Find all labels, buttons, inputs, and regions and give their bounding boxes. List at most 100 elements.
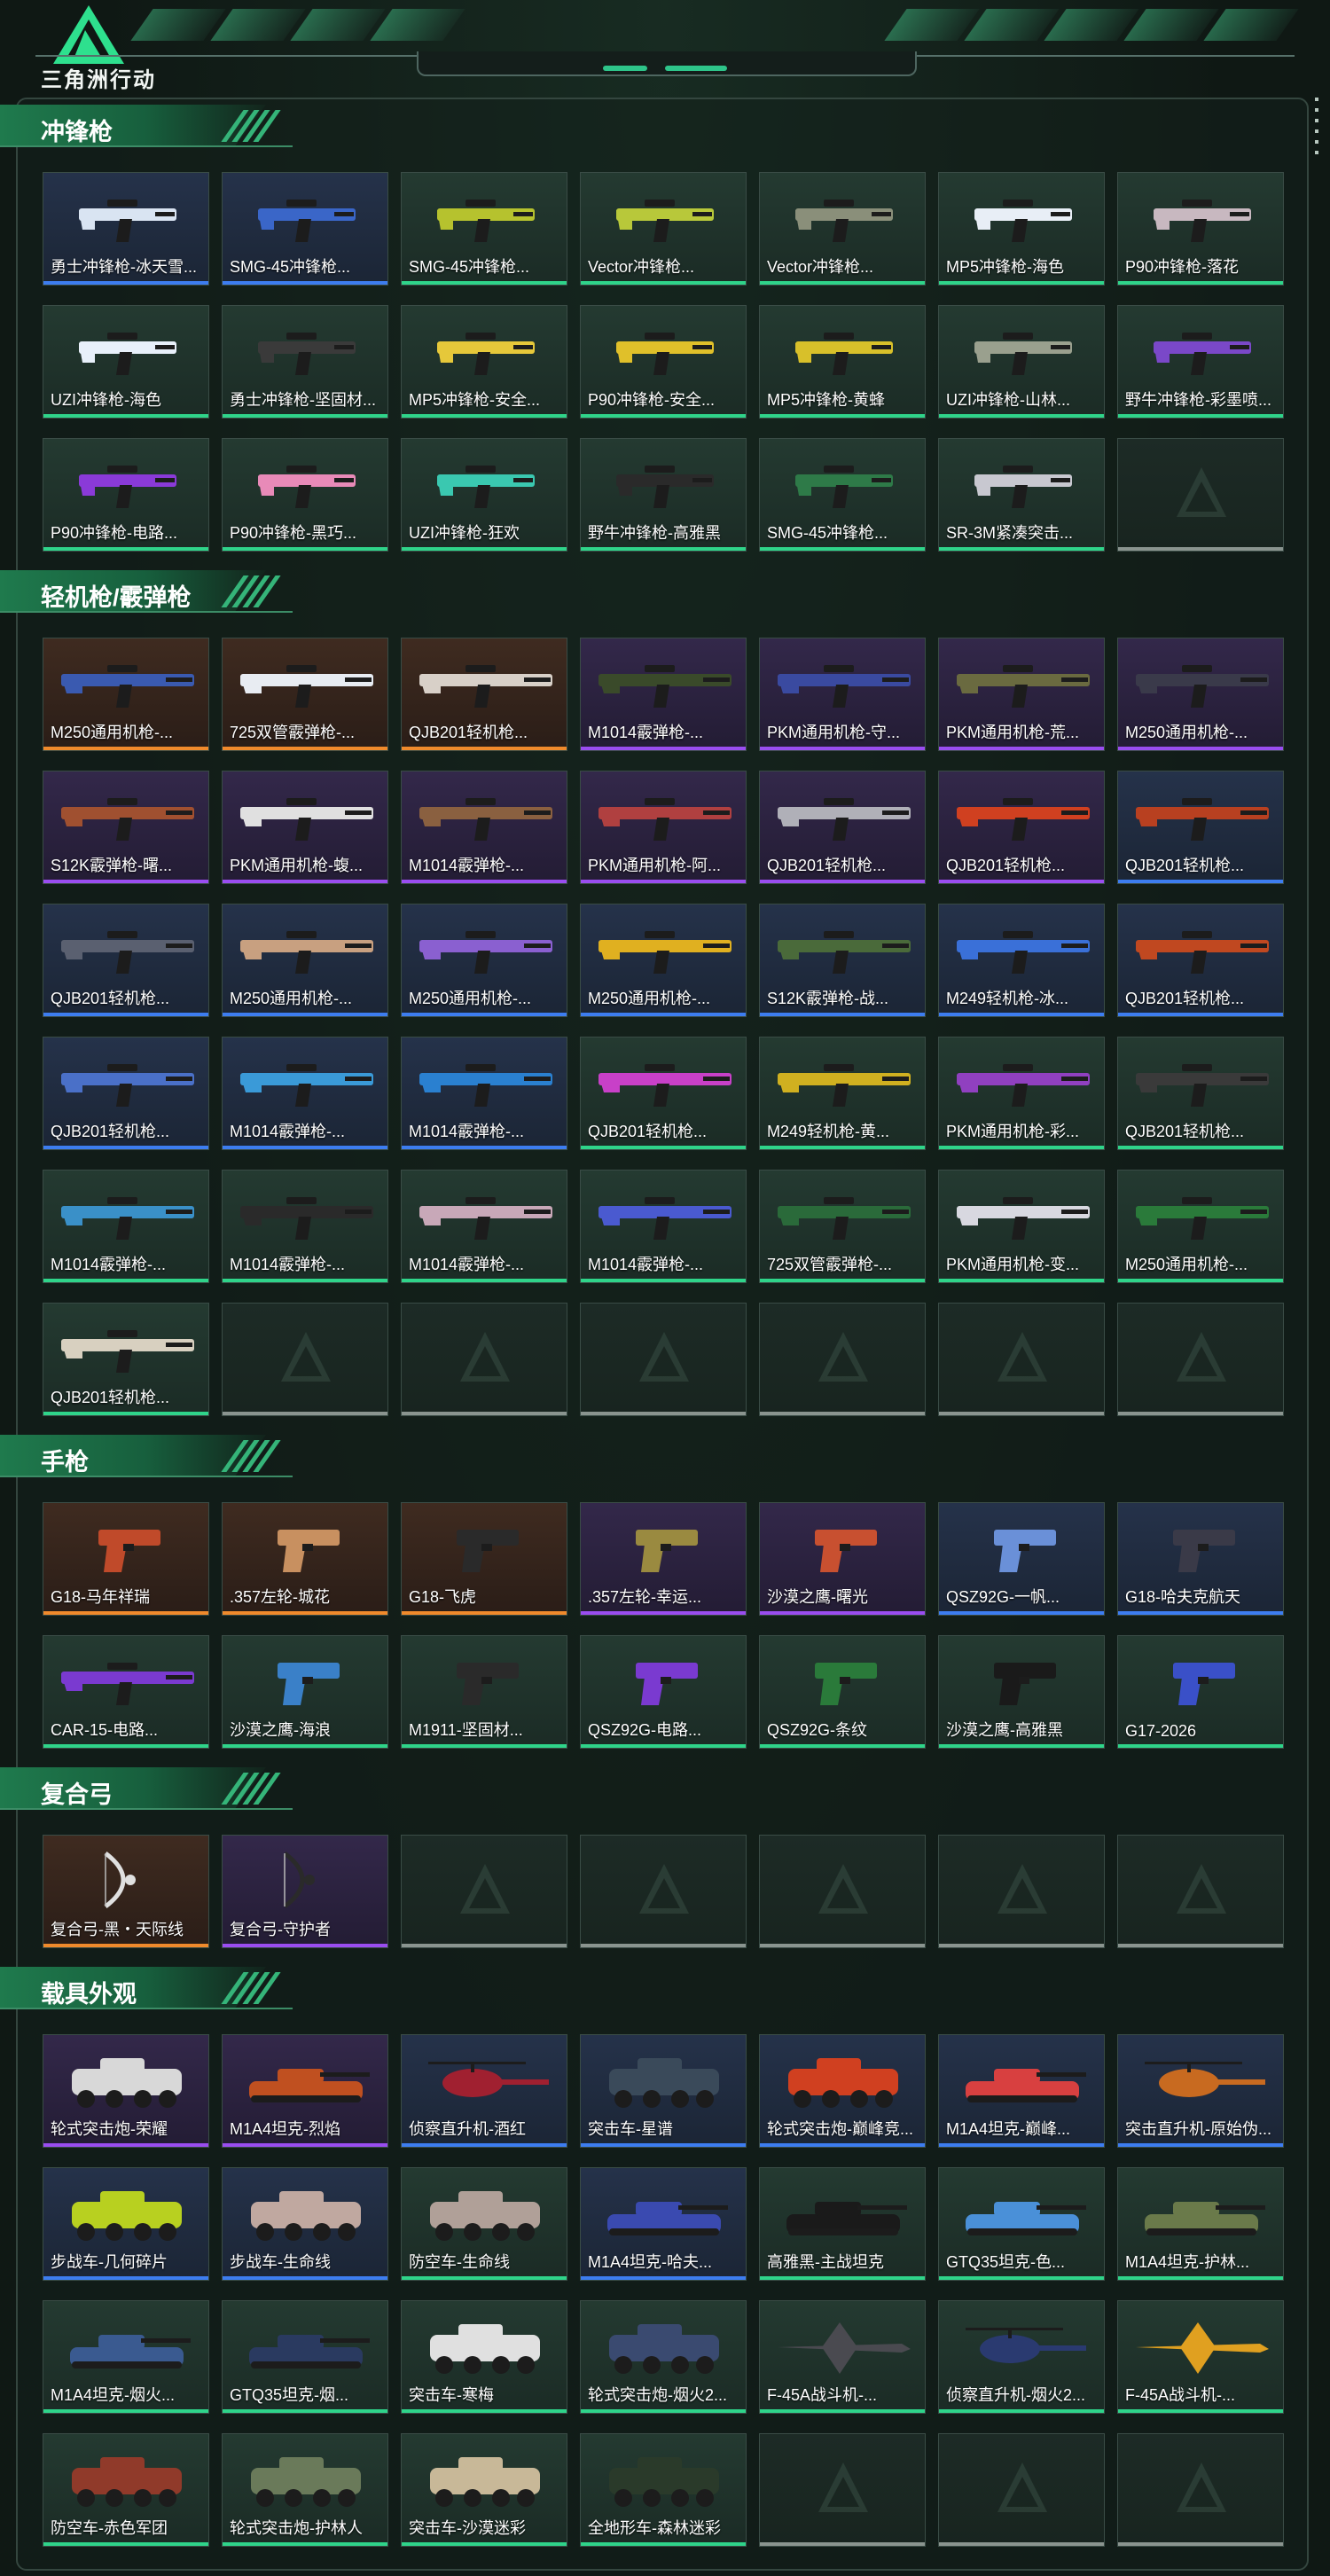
- skin-card[interactable]: M249轻机枪-冰...: [938, 904, 1105, 1017]
- skin-card[interactable]: S12K霰弹枪-战...: [759, 904, 926, 1017]
- skin-card[interactable]: 突击直升机-原始伪...: [1117, 2034, 1284, 2148]
- skin-card[interactable]: 防空车-生命线: [401, 2167, 567, 2281]
- skin-card[interactable]: 勇士冲锋枪-冰天雪...: [43, 172, 209, 286]
- skin-card[interactable]: 步战车-几何碎片: [43, 2167, 209, 2281]
- skin-card[interactable]: CAR-15-电路...: [43, 1635, 209, 1749]
- skin-card[interactable]: M250通用机枪-...: [222, 904, 388, 1017]
- skin-card[interactable]: Vector冲锋枪...: [759, 172, 926, 286]
- skin-card[interactable]: 高雅黑-主战坦克: [759, 2167, 926, 2281]
- skin-card[interactable]: M1014霰弹枪-...: [580, 638, 747, 751]
- skin-card[interactable]: M1014霰弹枪-...: [222, 1037, 388, 1150]
- skin-card[interactable]: 野牛冲锋枪-彩墨喷...: [1117, 305, 1284, 419]
- skin-card[interactable]: QSZ92G-条纹: [759, 1635, 926, 1749]
- skin-card[interactable]: GTQ35坦克-烟...: [222, 2300, 388, 2414]
- skin-card[interactable]: 侦察直升机-酒红: [401, 2034, 567, 2148]
- skin-card[interactable]: QJB201轻机枪...: [1117, 1037, 1284, 1150]
- skin-card[interactable]: M250通用机枪-...: [401, 904, 567, 1017]
- skin-card[interactable]: M1014霰弹枪-...: [401, 1170, 567, 1283]
- skin-card[interactable]: F-45A战斗机-...: [1117, 2300, 1284, 2414]
- skin-card[interactable]: 沙漠之鹰-高雅黑: [938, 1635, 1105, 1749]
- skin-card[interactable]: M1A4坦克-巅峰...: [938, 2034, 1105, 2148]
- skin-card[interactable]: M250通用机枪-...: [1117, 638, 1284, 751]
- skin-card[interactable]: M250通用机枪-...: [43, 638, 209, 751]
- skin-card[interactable]: MP5冲锋枪-海色: [938, 172, 1105, 286]
- skin-name: 725双管霰弹枪-...: [767, 1256, 893, 1273]
- skin-card[interactable]: 步战车-生命线: [222, 2167, 388, 2281]
- skin-card[interactable]: G17-2026: [1117, 1635, 1284, 1749]
- skin-card[interactable]: MP5冲锋枪-黄蜂: [759, 305, 926, 419]
- skin-card[interactable]: 轮式突击炮-护林人: [222, 2433, 388, 2547]
- skin-card[interactable]: 轮式突击炮-烟火2...: [580, 2300, 747, 2414]
- skin-card[interactable]: .357左轮-城花: [222, 1502, 388, 1616]
- skin-card[interactable]: 突击车-星谱: [580, 2034, 747, 2148]
- skin-card[interactable]: M1A4坦克-哈夫...: [580, 2167, 747, 2281]
- skin-card[interactable]: PKM通用机枪-蝮...: [222, 771, 388, 884]
- skin-card[interactable]: 725双管霰弹枪-...: [222, 638, 388, 751]
- skin-card[interactable]: M1014霰弹枪-...: [401, 1037, 567, 1150]
- skin-card[interactable]: 突击车-沙漠迷彩: [401, 2433, 567, 2547]
- skin-card[interactable]: P90冲锋枪-黑巧...: [222, 438, 388, 552]
- skin-card[interactable]: M1911-坚固材...: [401, 1635, 567, 1749]
- skin-card[interactable]: .357左轮-幸运...: [580, 1502, 747, 1616]
- skin-card[interactable]: 沙漠之鹰-曙光: [759, 1502, 926, 1616]
- skin-card[interactable]: G18-马年祥瑞: [43, 1502, 209, 1616]
- skin-card[interactable]: P90冲锋枪-安全...: [580, 305, 747, 419]
- skin-card[interactable]: Vector冲锋枪...: [580, 172, 747, 286]
- skin-card[interactable]: PKM通用机枪-守...: [759, 638, 926, 751]
- skin-card[interactable]: QJB201轻机枪...: [580, 1037, 747, 1150]
- skin-card[interactable]: P90冲锋枪-电路...: [43, 438, 209, 552]
- skin-card[interactable]: PKM通用机枪-荒...: [938, 638, 1105, 751]
- skin-card[interactable]: PKM通用机枪-变...: [938, 1170, 1105, 1283]
- skin-card[interactable]: S12K霰弹枪-曙...: [43, 771, 209, 884]
- skin-card[interactable]: UZI冲锋枪-海色: [43, 305, 209, 419]
- skin-card[interactable]: 沙漠之鹰-海浪: [222, 1635, 388, 1749]
- skin-card[interactable]: PKM通用机枪-阿...: [580, 771, 747, 884]
- skin-card[interactable]: QJB201轻机枪...: [43, 904, 209, 1017]
- skin-card[interactable]: 轮式突击炮-巅峰竞...: [759, 2034, 926, 2148]
- skin-card[interactable]: MP5冲锋枪-安全...: [401, 305, 567, 419]
- skin-card[interactable]: QSZ92G-电路...: [580, 1635, 747, 1749]
- skin-card[interactable]: SMG-45冲锋枪...: [401, 172, 567, 286]
- skin-card[interactable]: M1A4坦克-烟火...: [43, 2300, 209, 2414]
- skin-card[interactable]: M250通用机枪-...: [580, 904, 747, 1017]
- skin-card[interactable]: G18-哈夫克航天: [1117, 1502, 1284, 1616]
- skin-card[interactable]: P90冲锋枪-落花: [1117, 172, 1284, 286]
- skin-card[interactable]: 复合弓-守护者: [222, 1835, 388, 1948]
- skin-card[interactable]: QSZ92G-一帆...: [938, 1502, 1105, 1616]
- skin-card[interactable]: SMG-45冲锋枪...: [222, 172, 388, 286]
- skin-card[interactable]: M1A4坦克-烈焰: [222, 2034, 388, 2148]
- skin-card[interactable]: SMG-45冲锋枪...: [759, 438, 926, 552]
- skin-card[interactable]: QJB201轻机枪...: [43, 1303, 209, 1416]
- skin-card[interactable]: QJB201轻机枪...: [43, 1037, 209, 1150]
- skin-card[interactable]: G18-飞虎: [401, 1502, 567, 1616]
- skin-card[interactable]: PKM通用机枪-彩...: [938, 1037, 1105, 1150]
- skin-card[interactable]: QJB201轻机枪...: [1117, 904, 1284, 1017]
- skin-card[interactable]: QJB201轻机枪...: [759, 771, 926, 884]
- skin-card[interactable]: M1014霰弹枪-...: [580, 1170, 747, 1283]
- skin-card[interactable]: M1014霰弹枪-...: [222, 1170, 388, 1283]
- skin-card[interactable]: M1014霰弹枪-...: [401, 771, 567, 884]
- skin-card[interactable]: QJB201轻机枪...: [938, 771, 1105, 884]
- skin-card[interactable]: M1A4坦克-护林...: [1117, 2167, 1284, 2281]
- skin-card[interactable]: GTQ35坦克-色...: [938, 2167, 1105, 2281]
- skin-card[interactable]: UZI冲锋枪-狂欢: [401, 438, 567, 552]
- skin-card[interactable]: F-45A战斗机-...: [759, 2300, 926, 2414]
- skin-card[interactable]: 野牛冲锋枪-高雅黑: [580, 438, 747, 552]
- skin-card[interactable]: 防空车-赤色军团: [43, 2433, 209, 2547]
- scrollbar-handle[interactable]: [1314, 98, 1319, 160]
- skin-grid: 轮式突击炮-荣耀 M1A4坦克-烈焰 侦察直升机-酒红 突击车-星谱 轮式突击炮-巅峰竞…: [43, 2034, 1284, 2547]
- skin-card[interactable]: SR-3M紧凑突击...: [938, 438, 1105, 552]
- skin-card[interactable]: UZI冲锋枪-山林...: [938, 305, 1105, 419]
- skin-card[interactable]: 复合弓-黑・天际线: [43, 1835, 209, 1948]
- skin-card[interactable]: QJB201轻机枪...: [401, 638, 567, 751]
- skin-card[interactable]: 突击车-寒梅: [401, 2300, 567, 2414]
- skin-card[interactable]: QJB201轻机枪...: [1117, 771, 1284, 884]
- skin-card[interactable]: 轮式突击炮-荣耀: [43, 2034, 209, 2148]
- skin-card[interactable]: M1014霰弹枪-...: [43, 1170, 209, 1283]
- skin-card[interactable]: 725双管霰弹枪-...: [759, 1170, 926, 1283]
- skin-card[interactable]: 全地形车-森林迷彩: [580, 2433, 747, 2547]
- skin-card[interactable]: M249轻机枪-黄...: [759, 1037, 926, 1150]
- skin-card[interactable]: 侦察直升机-烟火2...: [938, 2300, 1105, 2414]
- skin-card[interactable]: M250通用机枪-...: [1117, 1170, 1284, 1283]
- skin-card[interactable]: 勇士冲锋枪-坚固材...: [222, 305, 388, 419]
